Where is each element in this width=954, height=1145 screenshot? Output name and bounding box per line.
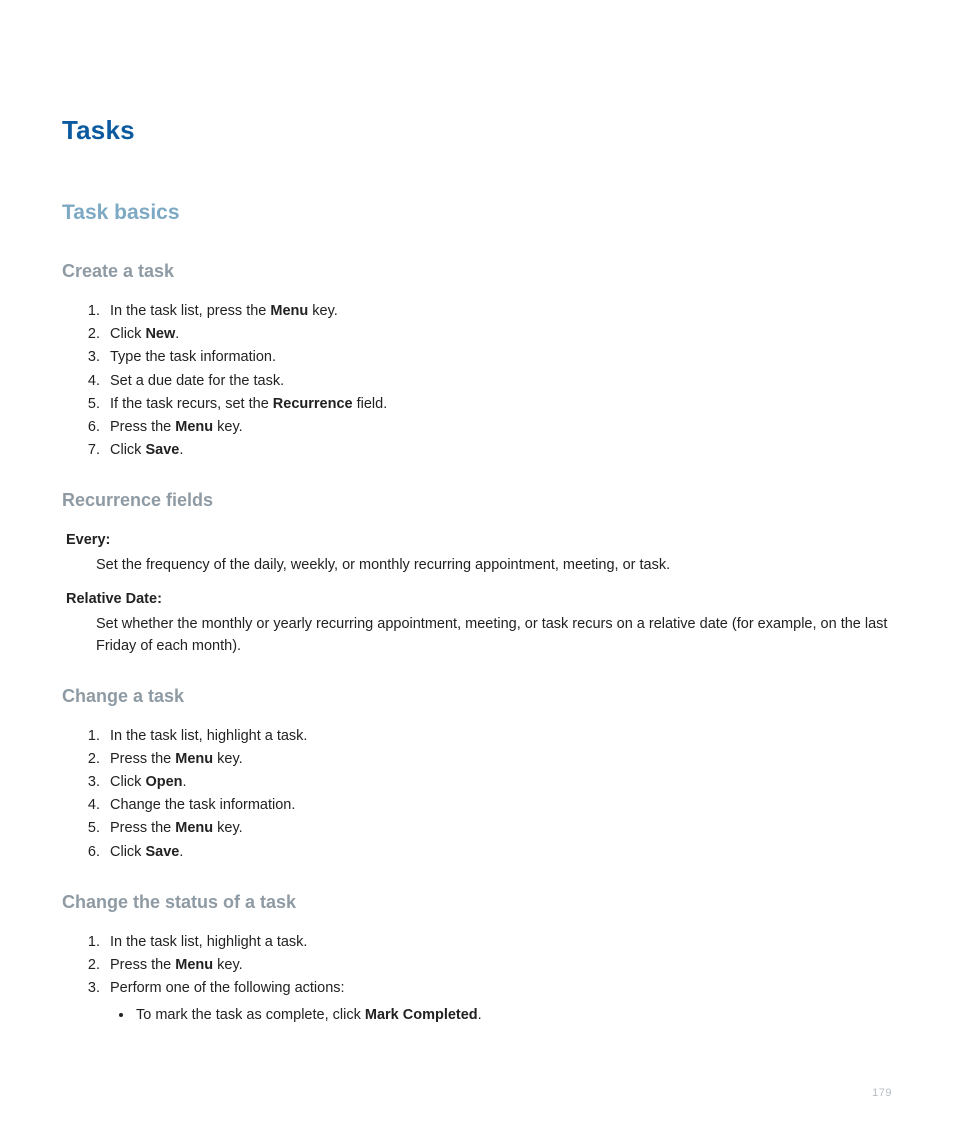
list-item: Click Save. bbox=[104, 841, 892, 864]
list-item: To mark the task as complete, click Mark… bbox=[134, 1004, 892, 1027]
list-item: In the task list, highlight a task. bbox=[104, 931, 892, 954]
change-status-steps: In the task list, highlight a task.Press… bbox=[62, 931, 892, 1028]
subheading-recurrence-fields: Recurrence fields bbox=[62, 490, 892, 511]
list-item: Press the Menu key. bbox=[104, 416, 892, 439]
list-item: In the task list, highlight a task. bbox=[104, 725, 892, 748]
list-item: Type the task information. bbox=[104, 346, 892, 369]
definition-term: Every: bbox=[66, 529, 892, 551]
list-item: Click New. bbox=[104, 323, 892, 346]
list-item: Set a due date for the task. bbox=[104, 370, 892, 393]
document-page: Tasks Task basics Create a task In the t… bbox=[0, 0, 954, 1145]
sub-bullet-list: To mark the task as complete, click Mark… bbox=[110, 1004, 892, 1027]
list-item: Change the task information. bbox=[104, 794, 892, 817]
list-item: Press the Menu key. bbox=[104, 954, 892, 977]
list-item: Perform one of the following actions:To … bbox=[104, 977, 892, 1027]
subheading-create-task: Create a task bbox=[62, 261, 892, 282]
list-item: In the task list, press the Menu key. bbox=[104, 300, 892, 323]
list-item: Click Save. bbox=[104, 439, 892, 462]
list-item: If the task recurs, set the Recurrence f… bbox=[104, 393, 892, 416]
page-number: 179 bbox=[872, 1087, 892, 1099]
list-item: Press the Menu key. bbox=[104, 748, 892, 771]
list-item: Click Open. bbox=[104, 771, 892, 794]
section-heading-task-basics: Task basics bbox=[62, 201, 892, 225]
definition-term: Relative Date: bbox=[66, 588, 892, 610]
subheading-change-status: Change the status of a task bbox=[62, 892, 892, 913]
list-item: Press the Menu key. bbox=[104, 817, 892, 840]
page-title: Tasks bbox=[62, 115, 892, 146]
definition-description: Set whether the monthly or yearly recurr… bbox=[96, 613, 892, 658]
create-task-steps: In the task list, press the Menu key.Cli… bbox=[62, 300, 892, 462]
subheading-change-task: Change a task bbox=[62, 686, 892, 707]
recurrence-definitions: Every: Set the frequency of the daily, we… bbox=[62, 529, 892, 657]
definition-description: Set the frequency of the daily, weekly, … bbox=[96, 554, 892, 576]
change-task-steps: In the task list, highlight a task.Press… bbox=[62, 725, 892, 864]
